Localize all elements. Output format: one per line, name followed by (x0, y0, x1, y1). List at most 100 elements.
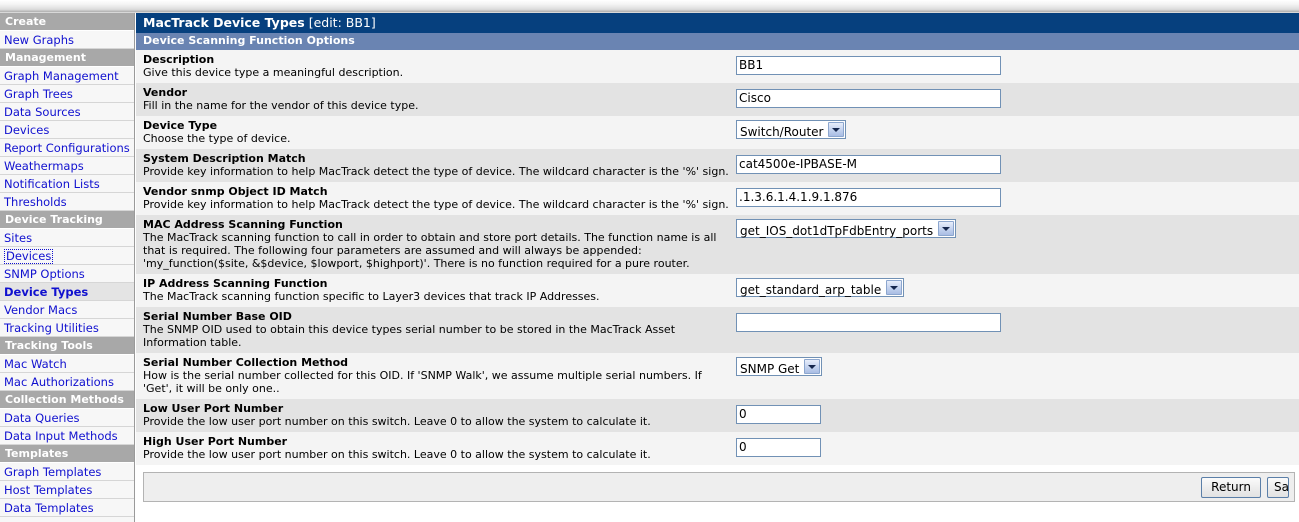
vendor-input[interactable] (736, 88, 1001, 108)
sidebar-item-label: Mac Watch (4, 357, 67, 371)
form-row: Vendor Fill in the name for the vendor of… (136, 83, 1299, 116)
sidebar-item-sites[interactable]: Sites (0, 229, 134, 247)
form-row-field-cell (736, 86, 1299, 108)
sidebar-item-new-graphs[interactable]: New Graphs (0, 31, 134, 49)
chevron-down-icon[interactable] (886, 280, 903, 295)
form-row-label-cell: MAC Address Scanning Function The MacTrac… (136, 218, 736, 270)
sidebar-item-mac-watch[interactable]: Mac Watch (0, 355, 134, 373)
form-row: Serial Number Base OID The SNMP OID used … (136, 307, 1299, 353)
form-row: IP Address Scanning Function The MacTrack… (136, 274, 1299, 307)
field-label: High User Port Number (143, 435, 288, 448)
field-description: Choose the type of device. (143, 132, 291, 145)
sidebar-group-header: Templates (0, 445, 134, 463)
device-type-form: Description Give this device type a meani… (136, 50, 1299, 465)
sidebar-item-snmp-options[interactable]: SNMP Options (0, 265, 134, 283)
field-description: Fill in the name for the vendor of this … (143, 99, 419, 112)
page-title-bar: MacTrack Device Types [edit: BB1] (136, 13, 1299, 33)
sidebar-item-data-sources[interactable]: Data Sources (0, 103, 134, 121)
form-row-label-cell: Vendor Fill in the name for the vendor of… (136, 86, 736, 112)
chevron-down-icon[interactable] (828, 122, 845, 137)
mac-address-scanning-function-select[interactable]: get_IOS_dot1dTpFdbEntry_ports (736, 219, 957, 238)
sidebar-item-device-types[interactable]: Device Types (0, 283, 134, 301)
sidebar-item-host-templates[interactable]: Host Templates (0, 481, 134, 499)
form-row-field-cell (736, 152, 1299, 174)
sidebar-item-graph-templates[interactable]: Graph Templates (0, 463, 134, 481)
sidebar-item-label: Devices (4, 123, 50, 137)
field-label: Description (143, 53, 215, 66)
sidebar-item-label: Device Types (4, 285, 89, 299)
sidebar-item-data-input-methods[interactable]: Data Input Methods (0, 427, 134, 445)
form-row-label-cell: Low User Port Number Provide the low user… (136, 402, 736, 428)
browser-chrome-strip (0, 0, 1299, 13)
sidebar-item-thresholds[interactable]: Thresholds (0, 193, 134, 211)
sidebar-item-label: Host Templates (4, 483, 93, 497)
description-input[interactable] (736, 55, 1001, 75)
field-label: Vendor (143, 86, 188, 99)
field-label: System Description Match (143, 152, 306, 165)
form-row: System Description Match Provide key info… (136, 149, 1299, 182)
select-value: get_standard_arp_table (740, 283, 882, 297)
sidebar-item-label: Vendor Macs (4, 303, 78, 317)
sidebar-group-header: Device Tracking (0, 211, 134, 229)
sidebar-item-mac-authorizations[interactable]: Mac Authorizations (0, 373, 134, 391)
form-row-field-cell (736, 310, 1299, 332)
sidebar-item-label: Data Templates (4, 501, 94, 515)
form-button-bar: Return Save (143, 472, 1295, 502)
form-row-field-cell (736, 402, 1299, 424)
chevron-down-icon[interactable] (938, 221, 955, 236)
sidebar-item-vendor-macs[interactable]: Vendor Macs (0, 301, 134, 319)
application-window: Create New Graphs Management Graph Manageme… (0, 0, 1299, 522)
serial-number-base-oid-input[interactable] (736, 312, 1001, 332)
system-description-match-input[interactable] (736, 154, 1001, 174)
form-row: Serial Number Collection Method How is th… (136, 353, 1299, 399)
return-button[interactable]: Return (1201, 476, 1261, 498)
sidebar-item-graph-management[interactable]: Graph Management (0, 67, 134, 85)
sidebar-item-label: Graph Management (4, 69, 119, 83)
form-row: High User Port Number Provide the low use… (136, 432, 1299, 465)
high-user-port-number-input[interactable] (736, 437, 821, 457)
sidebar-item-label: Weathermaps (4, 159, 84, 173)
form-row-field-cell: get_IOS_dot1dTpFdbEntry_ports (736, 218, 1299, 238)
sidebar-group-header: Collection Methods (0, 391, 134, 409)
sidebar-group-header: Tracking Tools (0, 337, 134, 355)
chevron-down-icon[interactable] (804, 359, 821, 374)
sidebar-item-label: Tracking Utilities (4, 321, 99, 335)
sidebar-group-header: Create (0, 13, 134, 31)
sidebar-item-label: Mac Authorizations (4, 375, 114, 389)
form-row-field-cell: SNMP Get (736, 356, 1299, 376)
field-label: Low User Port Number (143, 402, 284, 415)
vendor-snmp-oid-match-input[interactable] (736, 187, 1001, 207)
sidebar-item-report-configurations[interactable]: Report Configurations (0, 139, 134, 157)
sidebar-item-notification-lists[interactable]: Notification Lists (0, 175, 134, 193)
sidebar-item-devices[interactable]: Devices (0, 247, 134, 265)
sidebar-item-label: Report Configurations (4, 141, 130, 155)
form-row-label-cell: Vendor snmp Object ID Match Provide key i… (136, 185, 736, 211)
sidebar-item-data-queries[interactable]: Data Queries (0, 409, 134, 427)
sidebar-item-tracking-utilities[interactable]: Tracking Utilities (0, 319, 134, 337)
field-description: Give this device type a meaningful descr… (143, 66, 404, 79)
ip-address-scanning-function-select[interactable]: get_standard_arp_table (736, 278, 905, 297)
field-label: IP Address Scanning Function (143, 277, 328, 290)
sidebar-item-devices[interactable]: Devices (0, 121, 134, 139)
sidebar-item-graph-trees[interactable]: Graph Trees (0, 85, 134, 103)
section-title-bar: Device Scanning Function Options (136, 33, 1299, 50)
low-user-port-number-input[interactable] (736, 404, 821, 424)
serial-number-collection-method-select[interactable]: SNMP Get (736, 357, 823, 376)
sidebar-item-data-templates[interactable]: Data Templates (0, 499, 134, 517)
field-description: The MacTrack scanning function specific … (143, 290, 600, 303)
sidebar-item-label: Data Input Methods (4, 429, 118, 443)
sidebar-navigation: Create New Graphs Management Graph Manageme… (0, 13, 135, 522)
field-description: Provide the low user port number on this… (143, 448, 651, 461)
sidebar-item-label: SNMP Options (4, 267, 85, 281)
device-type-select[interactable]: Switch/Router (736, 120, 847, 139)
form-row: Device Type Choose the type of device. Swi… (136, 116, 1299, 149)
form-row-label-cell: Serial Number Collection Method How is th… (136, 356, 736, 395)
sidebar-item-weathermaps[interactable]: Weathermaps (0, 157, 134, 175)
form-row: MAC Address Scanning Function The MacTrac… (136, 215, 1299, 274)
save-button[interactable]: Save (1267, 476, 1289, 498)
sidebar-item-label: Graph Templates (4, 465, 102, 479)
select-value: get_IOS_dot1dTpFdbEntry_ports (740, 224, 934, 238)
field-description: Provide the low user port number on this… (143, 415, 651, 428)
field-label: Serial Number Collection Method (143, 356, 349, 369)
form-row-label-cell: IP Address Scanning Function The MacTrack… (136, 277, 736, 303)
